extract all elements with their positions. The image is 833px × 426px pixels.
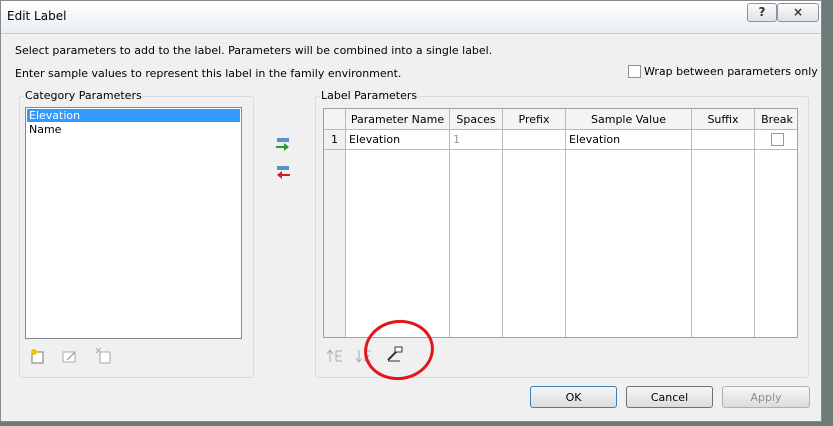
empty-cell: [691, 149, 755, 337]
category-parameters-list[interactable]: Elevation Name: [25, 107, 242, 339]
row-index-header: [324, 109, 346, 130]
empty-grid-area: [324, 149, 797, 337]
apply-button[interactable]: Apply: [722, 386, 810, 408]
cancel-button[interactable]: Cancel: [626, 386, 713, 408]
grid-header-row: Parameter Name Spaces Prefix Sample Valu…: [324, 109, 797, 130]
empty-index-cell: [324, 149, 346, 337]
edit-parameter-icon[interactable]: [61, 347, 79, 365]
column-header-prefix[interactable]: Prefix: [502, 109, 566, 130]
new-parameter-icon[interactable]: [29, 347, 47, 365]
empty-cell: [754, 149, 797, 337]
column-header-suffix[interactable]: Suffix: [691, 109, 755, 130]
ok-button[interactable]: OK: [530, 386, 617, 408]
list-item-name[interactable]: Name: [27, 123, 240, 136]
label-parameters-grid: Parameter Name Spaces Prefix Sample Valu…: [323, 108, 798, 338]
cell-spaces[interactable]: 1: [449, 129, 503, 150]
break-checkbox[interactable]: [770, 133, 784, 146]
cell-prefix[interactable]: [502, 129, 566, 150]
row-index[interactable]: 1: [324, 129, 346, 150]
move-up-icon[interactable]: [326, 347, 344, 365]
cell-parameter-name[interactable]: Elevation: [345, 129, 450, 150]
column-header-parameter-name[interactable]: Parameter Name: [345, 109, 450, 130]
instruction-text-2: Enter sample values to represent this la…: [15, 67, 402, 80]
category-parameters-title: Category Parameters: [24, 89, 143, 102]
column-header-sample-value[interactable]: Sample Value: [565, 109, 692, 130]
label-parameters-title: Label Parameters: [320, 89, 419, 102]
cell-suffix[interactable]: [691, 129, 755, 150]
empty-cell: [502, 149, 566, 337]
instruction-text-1: Select parameters to add to the label. P…: [15, 44, 493, 57]
add-to-label-icon[interactable]: [274, 136, 292, 154]
empty-cell: [345, 149, 450, 337]
window-title: Edit Label: [7, 9, 67, 23]
help-button[interactable]: ?: [747, 3, 777, 22]
title-bar: Edit Label ? ×: [1, 1, 821, 34]
list-item-elevation[interactable]: Elevation: [27, 109, 240, 122]
empty-cell: [449, 149, 503, 337]
wrap-label: Wrap between parameters only: [644, 65, 818, 78]
cell-break[interactable]: [754, 129, 797, 150]
column-header-spaces[interactable]: Spaces: [449, 109, 503, 130]
empty-cell: [565, 149, 692, 337]
edit-label-dialog: Edit Label ? × Select parameters to add …: [0, 0, 822, 422]
delete-parameter-icon[interactable]: [95, 347, 113, 365]
remove-from-label-icon[interactable]: [274, 164, 292, 182]
column-header-break[interactable]: Break: [754, 109, 797, 130]
cell-sample-value[interactable]: Elevation: [565, 129, 692, 150]
table-row[interactable]: 1 Elevation 1 Elevation: [324, 129, 797, 150]
close-button[interactable]: ×: [777, 3, 819, 22]
wrap-checkbox[interactable]: [628, 65, 641, 78]
wrap-between-parameters-option[interactable]: Wrap between parameters only: [628, 65, 818, 78]
